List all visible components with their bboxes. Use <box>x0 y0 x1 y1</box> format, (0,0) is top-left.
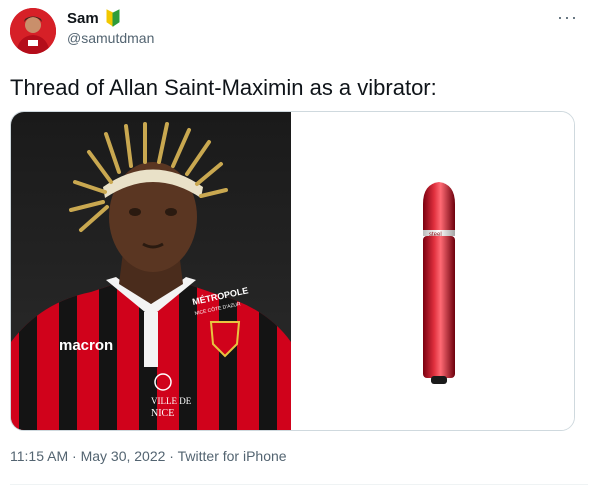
beginner-leaf-icon <box>105 9 121 27</box>
more-options-icon[interactable]: ··· <box>557 8 578 26</box>
tweet-time[interactable]: 11:15 AM <box>10 448 68 464</box>
tweet-date[interactable]: May 30, 2022 <box>81 448 166 464</box>
kit-sponsor-text: macron <box>59 337 113 354</box>
display-name[interactable]: Sam <box>67 10 99 27</box>
product-photo[interactable]: steel <box>291 112 574 430</box>
player-photo[interactable]: macron MÉTROPOLE NICE CÔTE D'AZUR VILLE … <box>11 112 291 430</box>
user-handle[interactable]: @samutdman <box>67 30 154 46</box>
avatar[interactable] <box>10 8 56 54</box>
kit-crest-text: VILLE DE <box>151 396 192 406</box>
tweet-metadata: 11:15 AM · May 30, 2022 · Twitter for iP… <box>10 448 287 464</box>
avatar-image <box>10 8 56 54</box>
meta-separator: · <box>68 448 81 464</box>
tweet-media[interactable]: macron MÉTROPOLE NICE CÔTE D'AZUR VILLE … <box>10 111 575 431</box>
divider <box>10 484 588 485</box>
kit-crest-text2: NICE <box>151 408 174 419</box>
tweet-source[interactable]: Twitter for iPhone <box>178 448 287 464</box>
tweet-text: Thread of Allan Saint-Maximin as a vibra… <box>10 75 437 100</box>
meta-separator-2: · <box>165 448 178 464</box>
